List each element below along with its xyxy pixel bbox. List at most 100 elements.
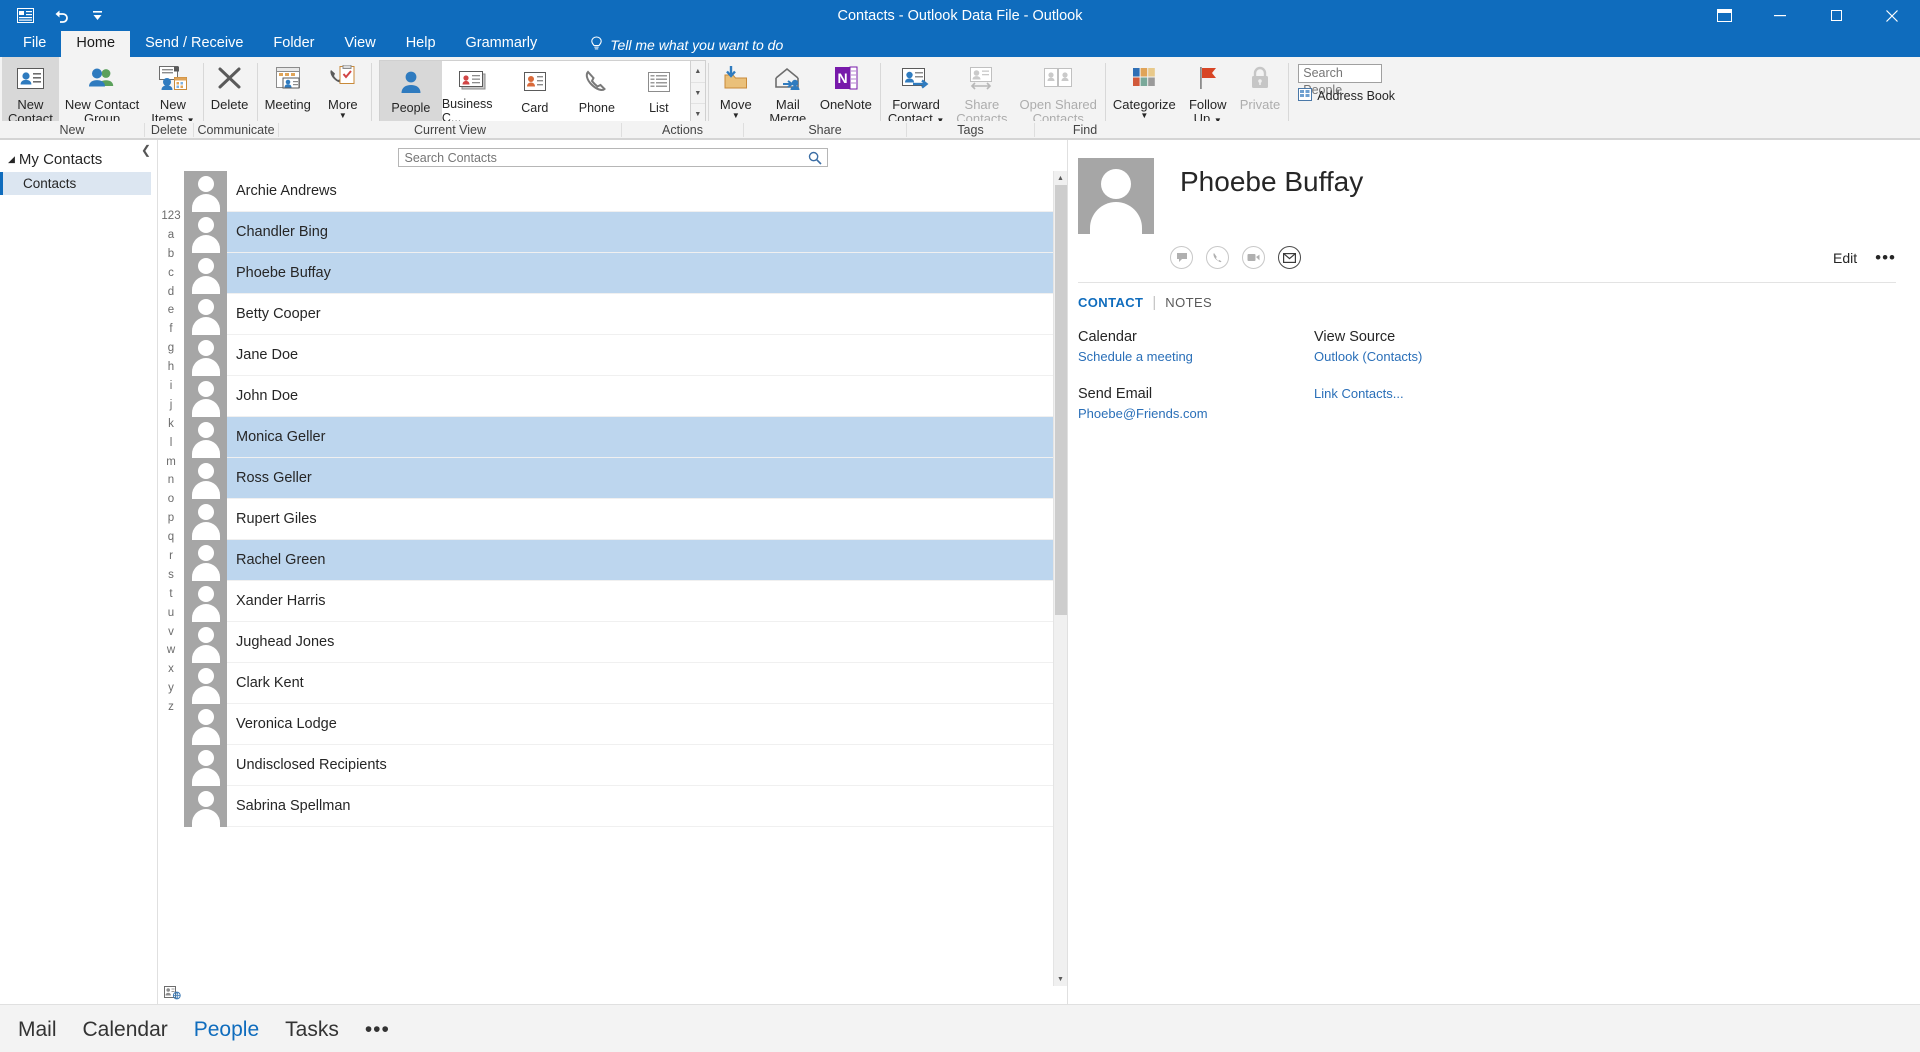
alpha-index-k[interactable]: k [168,415,174,434]
search-input[interactable] [398,150,803,165]
alpha-index-j[interactable]: j [170,396,173,415]
alpha-index-n[interactable]: n [168,471,174,490]
contact-row[interactable]: Sabrina Spellman [184,785,1053,827]
alpha-index-u[interactable]: u [168,604,174,623]
alpha-index-h[interactable]: h [168,358,174,377]
contact-row[interactable]: Archie Andrews [184,171,1053,212]
alpha-index-v[interactable]: v [168,623,174,642]
contact-rows: Archie Andrews Chandler Bing Phoebe Buffay… [184,171,1053,986]
scroll-down-arrow[interactable]: ▼ [1053,972,1067,986]
module-calendar[interactable]: Calendar [83,1018,168,1042]
contact-row[interactable]: Ross Geller [184,457,1053,499]
contact-row[interactable]: Phoebe Buffay [184,252,1053,294]
view-card[interactable]: Card [504,61,566,125]
alpha-index-a[interactable]: a [168,226,174,245]
alpha-index-e[interactable]: e [168,301,174,320]
view-list[interactable]: List [628,61,690,125]
alpha-index-o[interactable]: o [168,490,174,509]
search-icon[interactable] [803,151,827,165]
video-icon[interactable] [1242,246,1265,269]
alpha-index-b[interactable]: b [168,245,174,264]
alpha-index-r[interactable]: r [169,547,173,566]
tab-send-receive[interactable]: Send / Receive [130,31,258,57]
contact-row-name: Monica Geller [236,429,326,445]
phone-icon[interactable] [1206,246,1229,269]
tab-help[interactable]: Help [391,31,451,57]
alpha-index-s[interactable]: s [168,566,174,585]
close-icon[interactable] [1864,0,1920,31]
tab-folder[interactable]: Folder [258,31,329,57]
alpha-index-y[interactable]: y [168,679,174,698]
scroll-up-arrow[interactable]: ▲ [1053,171,1067,185]
schedule-meeting-link[interactable]: Schedule a meeting [1078,349,1314,364]
contact-row[interactable]: Clark Kent [184,662,1053,704]
alpha-index-t[interactable]: t [169,585,172,604]
tell-me-search[interactable]: Tell me what you want to do [590,36,783,57]
minimize-icon[interactable] [1752,0,1808,31]
tab-view[interactable]: View [330,31,391,57]
tab-home[interactable]: Home [61,31,131,57]
contact-list-scrollbar[interactable]: ▲ ▼ [1053,171,1067,986]
edit-button[interactable]: Edit [1833,250,1857,266]
contact-row[interactable]: Veronica Lodge [184,703,1053,745]
email-address-link[interactable]: Phoebe@Friends.com [1078,406,1314,421]
alpha-index-m[interactable]: m [166,453,176,472]
alpha-index-c[interactable]: c [168,264,174,283]
my-contacts-header[interactable]: ◢ My Contacts [0,145,157,172]
module-people[interactable]: People [194,1018,259,1042]
tab-file[interactable]: File [8,31,61,57]
contact-row[interactable]: Chandler Bing [184,211,1053,253]
alpha-index-f[interactable]: f [169,320,172,339]
chat-icon[interactable] [1170,246,1193,269]
contact-row[interactable]: Jughead Jones [184,621,1053,663]
chevron-down-icon: ▼ [1140,110,1149,120]
tab-grammarly[interactable]: Grammarly [451,31,553,57]
maximize-icon[interactable] [1808,0,1864,31]
alpha-index-q[interactable]: q [168,528,174,547]
add-contact-globe-icon[interactable] [164,986,181,1004]
sidebar-item-contacts[interactable]: Contacts [0,172,151,195]
scroll-thumb[interactable] [1054,185,1067,615]
gallery-scroll-up[interactable]: ▲ [690,61,705,83]
alpha-index-d[interactable]: d [168,283,174,302]
alpha-index-l[interactable]: l [170,434,173,453]
alpha-index-123[interactable]: 123 [161,207,180,226]
ribbon-display-options-icon[interactable] [1696,0,1752,31]
view-business-card[interactable]: Business C... [442,61,504,125]
alpha-index-x[interactable]: x [168,660,174,679]
tab-contact[interactable]: CONTACT [1078,295,1152,310]
view-people[interactable]: People [379,61,442,125]
alpha-index-i[interactable]: i [170,377,173,396]
tab-notes[interactable]: NOTES [1165,295,1221,310]
email-icon[interactable] [1278,246,1301,269]
gallery-scroll-down[interactable]: ▼ [690,82,705,105]
contact-row[interactable]: Jane Doe [184,334,1053,376]
contact-row[interactable]: Rupert Giles [184,498,1053,540]
link-contacts-link[interactable]: Link Contacts... [1314,386,1550,401]
undo-icon[interactable] [50,5,72,27]
module-mail[interactable]: Mail [18,1018,57,1042]
search-people-input[interactable]: Search People [1298,64,1383,97]
alpha-index-w[interactable]: w [167,641,175,660]
contact-row[interactable]: Monica Geller [184,416,1053,458]
scroll-track[interactable] [1053,185,1067,972]
module-more-icon[interactable]: ••• [365,1018,390,1042]
module-tasks[interactable]: Tasks [285,1018,339,1042]
alpha-index-p[interactable]: p [168,509,174,528]
contact-row[interactable]: Betty Cooper [184,293,1053,335]
contacts-icon[interactable] [14,5,36,27]
collapse-folder-pane-icon[interactable]: ❮ [141,143,151,157]
customize-qat-icon[interactable] [86,5,108,27]
alpha-index-z[interactable]: z [168,698,174,717]
view-phone[interactable]: Phone [566,61,628,125]
more-options-button[interactable]: ••• [1875,249,1896,266]
alpha-index-g[interactable]: g [168,339,174,358]
address-book-button[interactable]: Address Book [1298,88,1395,104]
search-contacts-bar[interactable] [397,148,828,167]
contact-row[interactable]: Undisclosed Recipients [184,744,1053,786]
group-label-delete: Delete [145,122,194,137]
contact-row[interactable]: Rachel Green [184,539,1053,581]
outlook-contacts-link[interactable]: Outlook (Contacts) [1314,349,1550,364]
contact-row[interactable]: John Doe [184,375,1053,417]
contact-row[interactable]: Xander Harris [184,580,1053,622]
